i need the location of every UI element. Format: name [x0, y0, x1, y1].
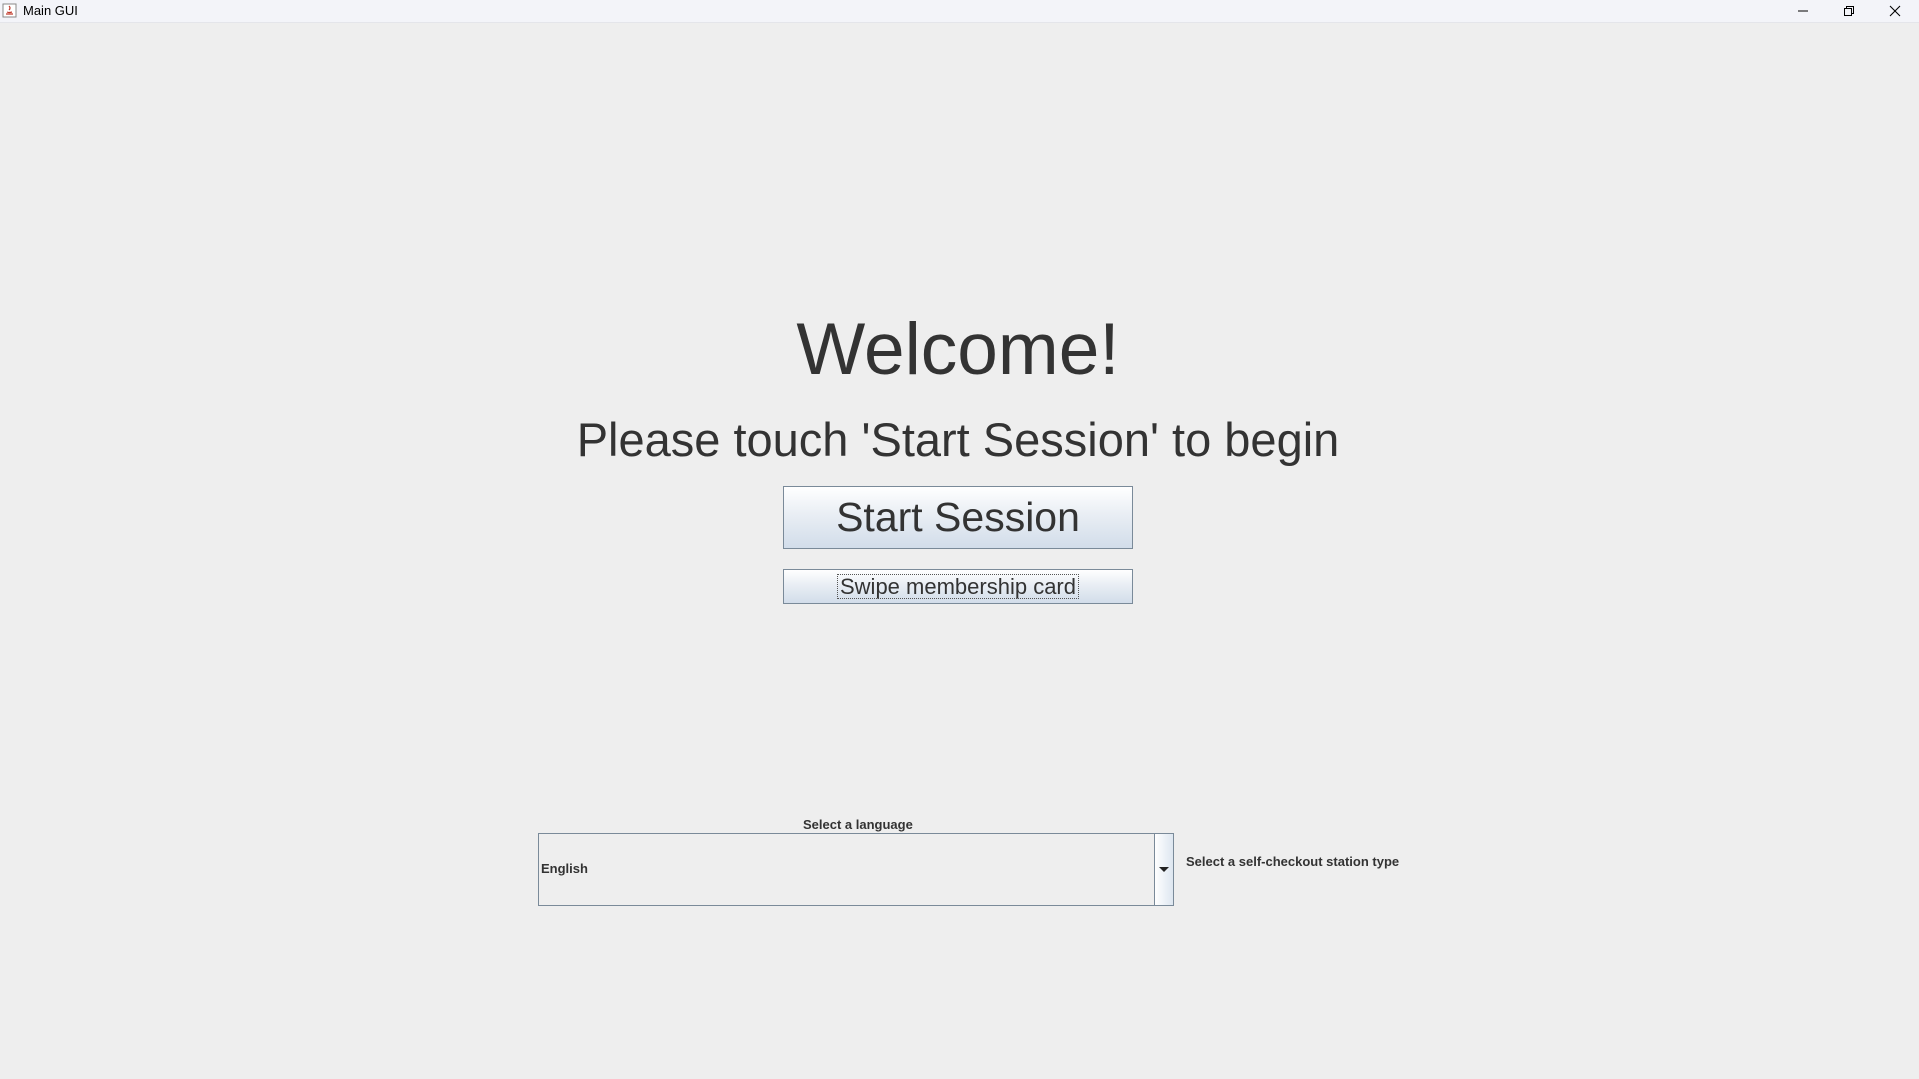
swipe-membership-card-label: Swipe membership card: [837, 574, 1079, 599]
main-window: Main GUI Welcome! Please touch 'Start Se…: [0, 0, 1919, 1079]
chevron-down-icon: [1159, 866, 1169, 872]
restore-button[interactable]: [1826, 0, 1872, 22]
close-icon: [1889, 5, 1901, 17]
restore-icon: [1844, 6, 1854, 16]
language-select[interactable]: English: [538, 833, 1174, 906]
start-session-label: Start Session: [836, 494, 1080, 540]
language-label: Select a language: [803, 817, 913, 832]
instruction-text: Please touch 'Start Session' to begin: [576, 413, 1340, 466]
start-session-button[interactable]: Start Session: [783, 486, 1133, 549]
welcome-heading: Welcome!: [0, 305, 1916, 395]
close-button[interactable]: [1872, 0, 1918, 22]
java-icon: [2, 3, 17, 18]
language-dropdown-button[interactable]: [1154, 834, 1173, 905]
station-type-label: Select a self-checkout station type: [1186, 854, 1400, 869]
window-title: Main GUI: [23, 3, 78, 18]
welcome-heading-text: Welcome!: [796, 309, 1120, 390]
swipe-membership-card-button[interactable]: Swipe membership card: [783, 569, 1133, 604]
minimize-button[interactable]: [1780, 0, 1826, 22]
minimize-icon: [1798, 10, 1808, 12]
title-bar[interactable]: Main GUI: [0, 0, 1919, 23]
language-selected-value: English: [541, 861, 588, 876]
